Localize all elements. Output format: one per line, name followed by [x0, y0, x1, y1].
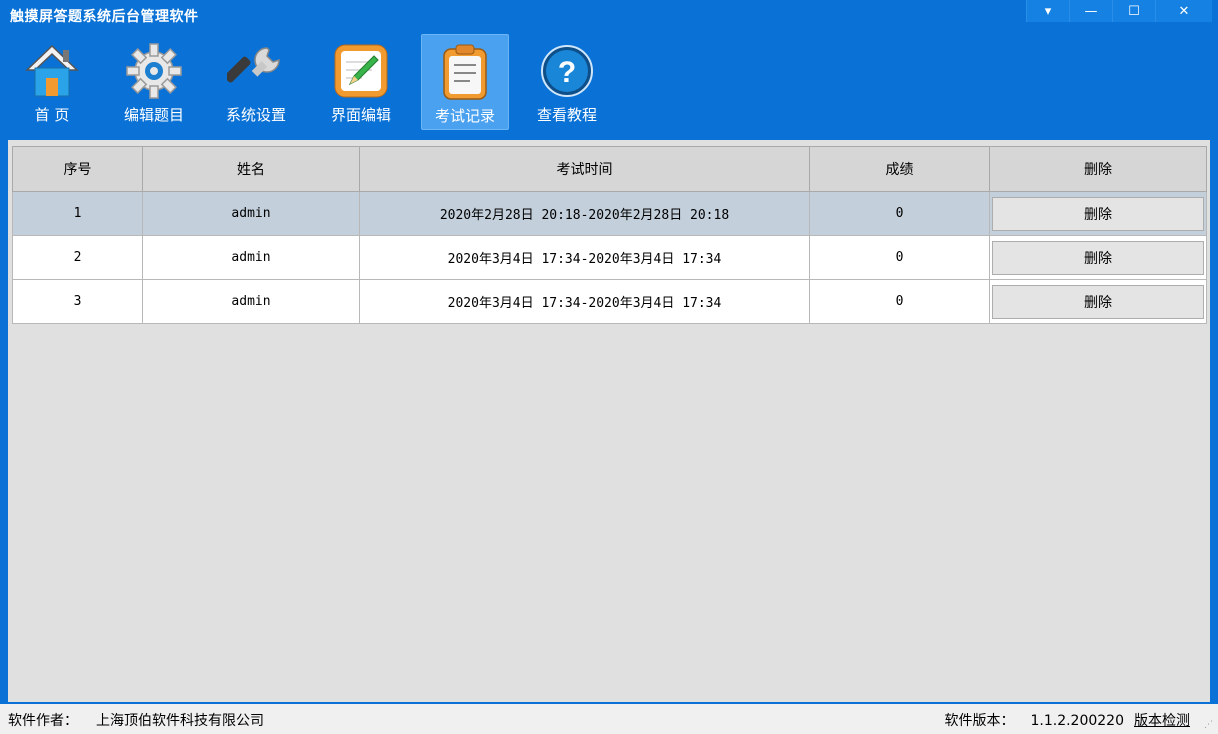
version-value: 1.1.2.200220: [1030, 713, 1124, 729]
toolbar: 首 页 编辑题目 系统设置 界面编辑 考试记录 ? 查看教程: [0, 32, 1218, 134]
wrench-icon: [227, 47, 280, 83]
delete-button[interactable]: 删除: [992, 196, 1204, 231]
delete-button[interactable]: 删除: [992, 284, 1204, 319]
table-row[interactable]: 1 admin 2020年2月28日 20:18-2020年2月28日 20:1…: [12, 191, 1207, 236]
version-check-link[interactable]: 版本检测: [1134, 713, 1190, 729]
tool-system-settings-label: 系统设置: [225, 106, 286, 124]
cell-score[interactable]: 0: [809, 235, 990, 280]
tool-ui-edit-label: 界面编辑: [330, 106, 391, 124]
status-bar: 软件作者： 上海顶伯软件科技有限公司 软件版本： 1.1.2.200220 版本检测 …: [0, 704, 1218, 734]
cell-index[interactable]: 2: [12, 235, 143, 280]
table-header-row: 序号 姓名 考试时间 成绩 删除: [12, 146, 1207, 192]
header-exam-time[interactable]: 考试时间: [359, 146, 810, 192]
author-label: 软件作者：: [8, 713, 78, 729]
help-icon: ?: [541, 45, 593, 97]
header-index[interactable]: 序号: [12, 146, 143, 192]
clipboard-icon: [443, 44, 487, 100]
gear-icon: [126, 43, 182, 99]
svg-text:?: ?: [558, 56, 576, 89]
table-row[interactable]: 3 admin 2020年3月4日 17:34-2020年3月4日 17:34 …: [12, 279, 1207, 324]
tool-exam-records-label: 考试记录: [434, 107, 495, 125]
edit-pencil-icon: [334, 44, 388, 98]
table-row[interactable]: 2 admin 2020年3月4日 17:34-2020年3月4日 17:34 …: [12, 235, 1207, 280]
cell-delete: 删除: [989, 191, 1207, 236]
cell-name[interactable]: admin: [142, 279, 360, 324]
tool-home-label: 首 页: [34, 106, 70, 124]
cell-index[interactable]: 1: [12, 191, 143, 236]
header-name[interactable]: 姓名: [142, 146, 360, 192]
exam-records-table: 序号 姓名 考试时间 成绩 删除 1 admin 2020年2月28日 20:1…: [12, 146, 1207, 324]
delete-button[interactable]: 删除: [992, 240, 1204, 275]
tool-edit-questions[interactable]: 编辑题目: [110, 34, 198, 130]
tool-edit-questions-label: 编辑题目: [123, 106, 184, 124]
author-info: 软件作者： 上海顶伯软件科技有限公司: [8, 710, 264, 730]
cell-exam-time[interactable]: 2020年3月4日 17:34-2020年3月4日 17:34: [359, 279, 810, 324]
header-score[interactable]: 成绩: [809, 146, 990, 192]
window-controls: ▾ — ☐ ✕: [1026, 0, 1212, 24]
dropdown-menu-button[interactable]: ▾: [1026, 0, 1069, 22]
records-panel: 序号 姓名 考试时间 成绩 删除 1 admin 2020年2月28日 20:1…: [8, 140, 1210, 702]
cell-name[interactable]: admin: [142, 191, 360, 236]
cell-score[interactable]: 0: [809, 279, 990, 324]
tool-home[interactable]: 首 页: [8, 34, 96, 130]
close-button[interactable]: ✕: [1155, 0, 1212, 22]
tool-system-settings[interactable]: 系统设置: [212, 34, 300, 130]
cell-score[interactable]: 0: [809, 191, 990, 236]
header-delete[interactable]: 删除: [989, 146, 1207, 192]
cell-exam-time[interactable]: 2020年2月28日 20:18-2020年2月28日 20:18: [359, 191, 810, 236]
tool-ui-edit[interactable]: 界面编辑: [317, 34, 405, 130]
cell-name[interactable]: admin: [142, 235, 360, 280]
home-icon: [25, 44, 79, 97]
cell-index[interactable]: 3: [12, 279, 143, 324]
minimize-button[interactable]: —: [1069, 0, 1112, 22]
app-window: 触摸屏答题系统后台管理软件 ▾ — ☐ ✕ 首 页 编辑题目 系统设置 界面编辑…: [0, 0, 1218, 734]
tool-tutorial-label: 查看教程: [536, 106, 597, 124]
window-title: 触摸屏答题系统后台管理软件: [10, 9, 199, 25]
version-label: 软件版本：: [944, 713, 1015, 729]
title-bar: 触摸屏答题系统后台管理软件 ▾ — ☐ ✕: [0, 0, 1218, 32]
tool-tutorial[interactable]: ? 查看教程: [523, 34, 611, 130]
tool-exam-records[interactable]: 考试记录: [421, 34, 509, 130]
version-info: 软件版本： 1.1.2.200220 版本检测: [944, 710, 1190, 730]
cell-delete: 删除: [989, 279, 1207, 324]
maximize-button[interactable]: ☐: [1112, 0, 1155, 22]
cell-delete: 删除: [989, 235, 1207, 280]
cell-exam-time[interactable]: 2020年3月4日 17:34-2020年3月4日 17:34: [359, 235, 810, 280]
resize-grip-icon[interactable]: ⋰: [1204, 720, 1214, 730]
author-value: 上海顶伯软件科技有限公司: [96, 713, 264, 729]
